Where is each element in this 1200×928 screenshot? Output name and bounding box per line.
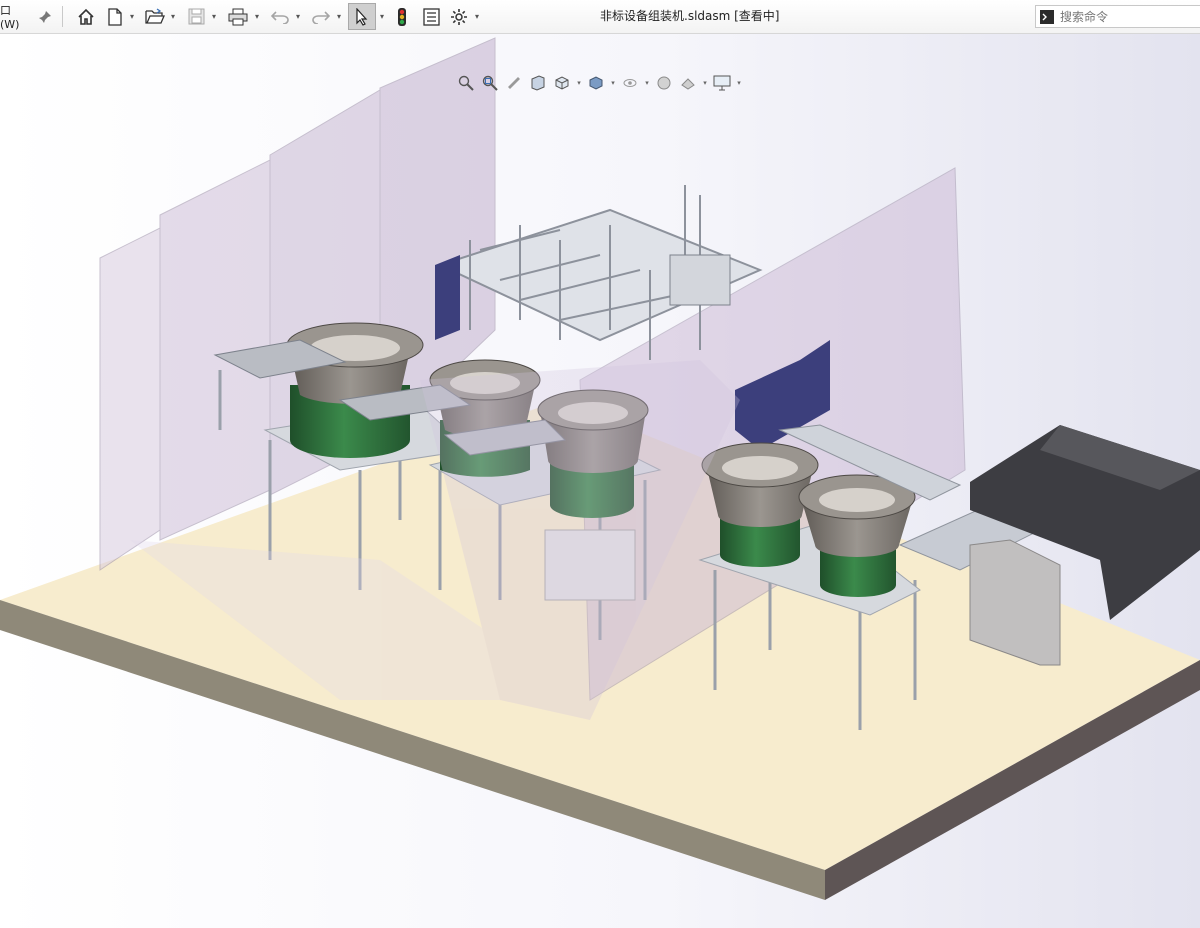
- press-unit: [669, 254, 731, 306]
- window-menu-label: 口(W): [0, 4, 20, 31]
- edit-appearance-icon[interactable]: [653, 72, 675, 94]
- servo-motor-left: [435, 255, 460, 340]
- new-document-icon[interactable]: [104, 0, 126, 33]
- zoom-to-fit-icon[interactable]: [455, 72, 477, 94]
- traffic-light-icon[interactable]: [391, 0, 413, 33]
- open-dropdown[interactable]: ▾: [168, 0, 178, 33]
- search-command-box[interactable]: [1035, 5, 1200, 28]
- search-command-input[interactable]: [1058, 8, 1192, 25]
- display-style-icon[interactable]: [585, 72, 607, 94]
- zoom-to-area-icon[interactable]: [479, 72, 501, 94]
- command-prompt-icon: [1036, 9, 1058, 24]
- print-dropdown[interactable]: ▾: [252, 0, 262, 33]
- redo-icon[interactable]: [309, 0, 333, 33]
- graphics-area[interactable]: ▾ ▾ ▾ ▾ ▾: [0, 34, 1200, 928]
- save-icon[interactable]: [184, 0, 208, 33]
- apply-scene-icon[interactable]: [677, 72, 699, 94]
- undo-dropdown[interactable]: ▾: [293, 0, 303, 33]
- undo-icon[interactable]: [268, 0, 292, 33]
- home-icon[interactable]: [74, 0, 98, 33]
- assembly-model-view[interactable]: [0, 34, 1200, 928]
- open-folder-icon[interactable]: [143, 0, 167, 33]
- view-orientation-icon[interactable]: [551, 72, 573, 94]
- save-dropdown[interactable]: ▾: [209, 0, 219, 33]
- new-document-dropdown[interactable]: ▾: [127, 0, 137, 33]
- options-gear-icon[interactable]: [447, 0, 471, 33]
- section-view-icon[interactable]: [527, 72, 549, 94]
- previous-view-icon[interactable]: [503, 72, 525, 94]
- select-cursor-icon[interactable]: [348, 3, 376, 30]
- options-dropdown[interactable]: ▾: [472, 0, 482, 33]
- title-toolbar: 口(W) ▾ ▾ ▾ ▾ ▾ ▾ ▾ ▾ 非标设备组装机.sldasm [查看中…: [0, 0, 1200, 34]
- hide-show-items-icon[interactable]: [619, 72, 641, 94]
- pin-icon[interactable]: [34, 0, 56, 33]
- window-menu[interactable]: 口(W): [0, 0, 30, 33]
- heads-up-view-toolbar: ▾ ▾ ▾ ▾ ▾: [455, 70, 743, 96]
- print-icon[interactable]: [225, 0, 251, 33]
- view-settings-icon[interactable]: [711, 72, 733, 94]
- redo-dropdown[interactable]: ▾: [334, 0, 344, 33]
- file-properties-icon[interactable]: [419, 0, 443, 33]
- select-dropdown[interactable]: ▾: [377, 0, 387, 33]
- document-title: 非标设备组装机.sldasm [查看中]: [600, 9, 780, 23]
